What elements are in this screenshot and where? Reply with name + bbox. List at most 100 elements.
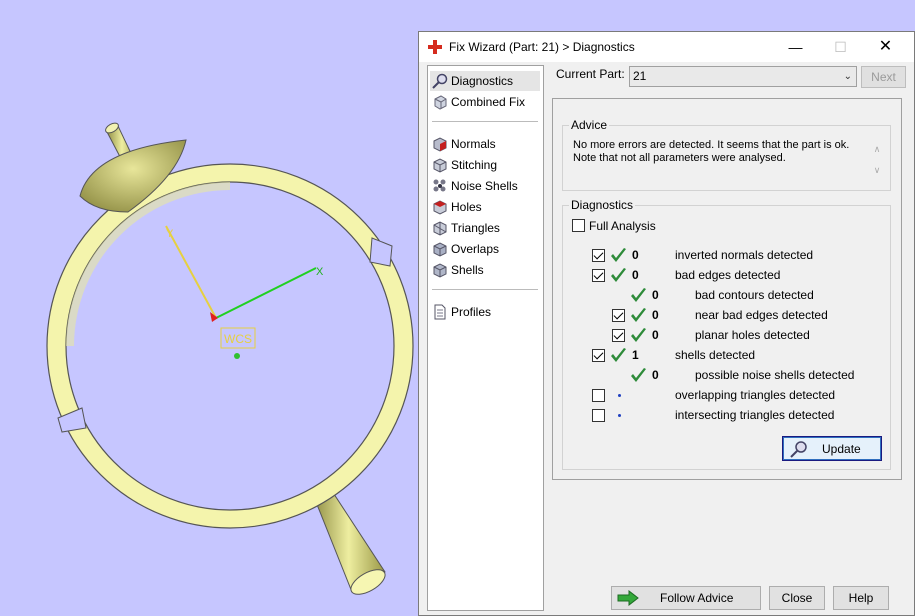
chevron-down-icon: ⌄ [843, 71, 852, 82]
not-analysed-dot-icon [618, 394, 621, 397]
advice-text: No more errors are detected. It seems th… [573, 139, 863, 179]
green-check-icon [611, 248, 626, 262]
fix-wizard-dialog: Fix Wizard (Part: 21) > Diagnostics — ☐ … [418, 31, 915, 616]
green-check-icon [611, 268, 626, 282]
bottom-cone [311, 487, 386, 595]
update-button[interactable]: Update [782, 436, 882, 461]
diagnostic-count: 0 [652, 368, 659, 382]
wizard-nav: Diagnostics Combined Fix Normals Stitchi… [427, 65, 544, 611]
diagnostic-count: 0 [652, 288, 659, 302]
diagnostic-label: bad contours detected [695, 288, 814, 302]
cube-icon [434, 95, 447, 110]
nav-item-overlaps[interactable]: Overlaps [430, 239, 540, 259]
diagnostic-checkbox[interactable] [592, 249, 605, 262]
follow-advice-button[interactable]: Follow Advice [611, 586, 761, 610]
current-part-select[interactable]: 21 ⌄ [629, 66, 857, 87]
wcs-label: WCS [224, 332, 252, 346]
axis-y-label: Y [166, 228, 174, 240]
magnifier-icon [432, 73, 448, 89]
diagnostic-checkbox[interactable] [592, 389, 605, 402]
diagnostic-label: possible noise shells detected [695, 368, 855, 382]
next-button[interactable]: Next [861, 66, 906, 88]
3d-viewport[interactable]: Y X WCS [0, 0, 420, 616]
diagnostics-group: Diagnostics Full Analysis 0 inverted norm… [562, 198, 891, 470]
part-render: Y X WCS [46, 122, 414, 595]
diagnostic-label: planar holes detected [695, 328, 810, 342]
nav-item-label: Profiles [451, 305, 492, 319]
full-analysis-checkbox[interactable] [572, 219, 585, 232]
diagnostic-label: inverted normals detected [675, 248, 814, 262]
advice-line: No more errors are detected. It seems th… [573, 139, 850, 151]
advice-line: Note that not all parameters were analys… [573, 152, 786, 164]
green-check-icon [611, 348, 626, 362]
diagnostic-label: overlapping triangles detected [675, 388, 836, 402]
help-button[interactable]: Help [833, 586, 889, 610]
dialog-title: Fix Wizard (Part: 21) > Diagnostics [449, 40, 635, 54]
green-check-icon [631, 368, 646, 382]
nav-item-shells[interactable]: Shells [430, 260, 540, 280]
noise-shells-icon [433, 179, 446, 192]
nav-item-noise-shells[interactable]: Noise Shells [430, 176, 540, 196]
diagnostic-label: near bad edges detected [695, 308, 828, 322]
diagnostics-title: Diagnostics [569, 198, 636, 212]
nav-divider [432, 121, 538, 122]
nav-item-profiles[interactable]: Profiles [430, 302, 540, 322]
diagnostic-checkbox[interactable] [592, 409, 605, 422]
overlaps-cube-icon [433, 242, 447, 257]
nav-divider [432, 289, 538, 290]
diagnostic-count: 1 [632, 348, 639, 362]
close-window-button[interactable]: ✕ [863, 32, 908, 62]
nav-item-label: Combined Fix [451, 95, 526, 109]
advice-group: Advice No more errors are detected. It s… [562, 118, 891, 191]
nav-item-normals[interactable]: Normals [430, 134, 540, 154]
diagnostics-panel: Advice No more errors are detected. It s… [552, 98, 902, 480]
diagnostic-label: shells detected [675, 348, 756, 362]
holes-cube-icon [433, 200, 447, 215]
triangles-cube-icon [433, 221, 447, 236]
nav-item-label: Shells [451, 263, 484, 277]
nav-item-label: Noise Shells [451, 179, 518, 193]
document-icon [434, 304, 446, 320]
shells-cube-icon [433, 263, 447, 278]
nav-item-label: Normals [451, 137, 496, 151]
advice-scrollbar[interactable]: ∧ ∨ [870, 139, 884, 183]
diagnostic-count: 0 [632, 268, 639, 282]
diagnostic-count: 0 [632, 248, 639, 262]
minimize-button[interactable]: — [773, 32, 818, 62]
nav-item-triangles[interactable]: Triangles [430, 218, 540, 238]
current-part-value: 21 [633, 69, 647, 83]
normals-cube-icon [433, 137, 447, 152]
nav-item-label: Diagnostics [451, 74, 514, 88]
magnifier-icon [790, 441, 807, 458]
nav-item-label: Overlaps [451, 242, 500, 256]
advice-title: Advice [569, 118, 610, 132]
close-button[interactable]: Close [769, 586, 825, 610]
maximize-button[interactable]: ☐ [818, 32, 863, 62]
red-cross-icon [428, 40, 442, 54]
axis-x-label: X [316, 266, 324, 278]
nav-item-diagnostics[interactable]: Diagnostics [430, 71, 540, 91]
title-bar[interactable]: Fix Wizard (Part: 21) > Diagnostics — ☐ … [419, 32, 914, 62]
nav-item-label: Stitching [451, 158, 498, 172]
diagnostic-checkbox[interactable] [592, 349, 605, 362]
green-arrow-icon [617, 590, 639, 606]
diagnostic-checkbox[interactable] [592, 269, 605, 282]
green-check-icon [631, 328, 646, 342]
update-label: Update [822, 442, 861, 456]
ring [46, 163, 414, 529]
diagnostic-count: 0 [652, 308, 659, 322]
nav-item-stitching[interactable]: Stitching [430, 155, 540, 175]
nav-item-combined-fix[interactable]: Combined Fix [430, 92, 540, 112]
full-analysis-label: Full Analysis [589, 219, 656, 233]
nav-item-label: Triangles [451, 221, 500, 235]
nav-item-holes[interactable]: Holes [430, 197, 540, 217]
current-part-label: Current Part: [556, 67, 625, 81]
diagnostic-checkbox[interactable] [612, 329, 625, 342]
nav-item-label: Holes [451, 200, 482, 214]
diagnostic-label: intersecting triangles detected [675, 408, 835, 422]
green-check-icon [631, 288, 646, 302]
diagnostic-count: 0 [652, 328, 659, 342]
diagnostic-checkbox[interactable] [612, 309, 625, 322]
stitching-cube-icon [433, 158, 447, 173]
diagnostic-label: bad edges detected [675, 268, 781, 282]
